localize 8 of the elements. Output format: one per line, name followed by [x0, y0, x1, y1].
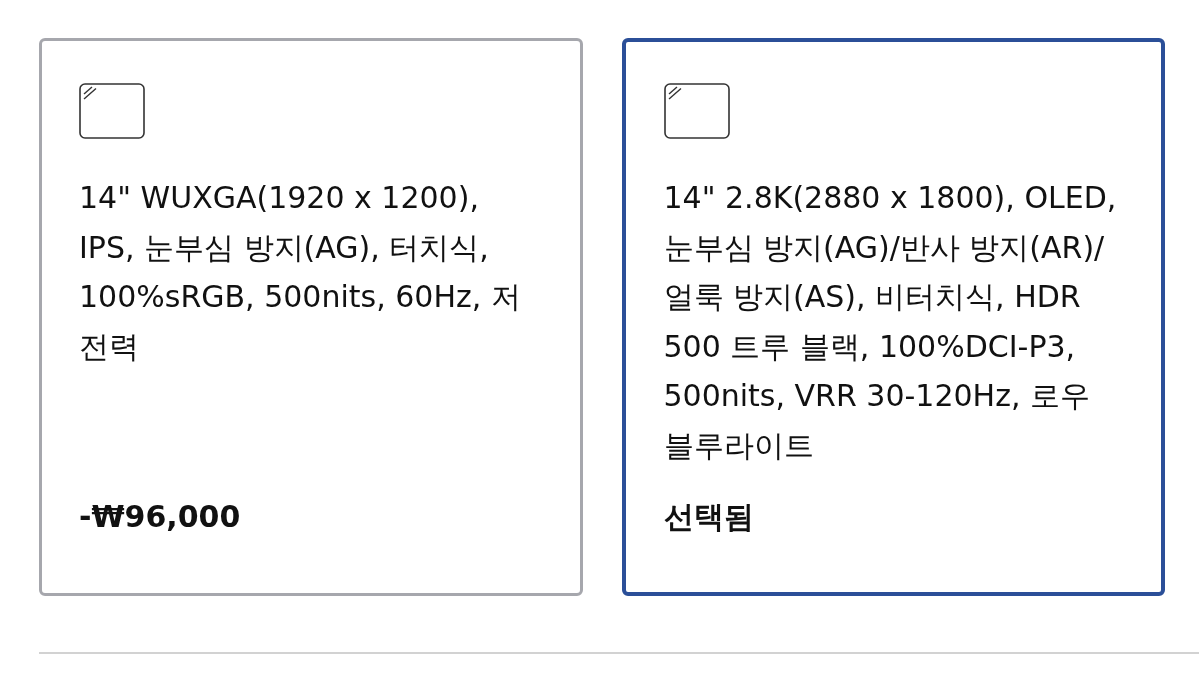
option-card[interactable]: 14" 2.8K(2880 x 1800), OLED, 눈부심 방지(AG)/반사 방지(AR)/얼룩 방지(AS), 비터치식, HDR 500 트루 블랙, 100%DCI-P3, 500nits, VRR 30-120Hz, 로우 블루라이트 선택됨 [621, 38, 1165, 596]
screen-icon [663, 83, 730, 139]
screen-icon [79, 83, 145, 139]
price-text: -₩96,000 [79, 498, 242, 536]
option-card[interactable]: 14" WUXGA(1920 x 1200), IPS, 눈부심 방지(AG), 터치식, 100%sRGB, 500nits, 60Hz, 저전력 -₩96,000 [39, 38, 583, 596]
selected-label: 선택됨 [663, 498, 755, 536]
display-spec-text: 14" WUXGA(1920 x 1200), IPS, 눈부심 방지(AG), 터치식, 100%sRGB, 500nits, 60Hz, 저전력 [79, 179, 522, 366]
display-spec-text: 14" 2.8K(2880 x 1800), OLED, 눈부심 방지(AG)/반사 방지(AR)/얼룩 방지(AS), 비터치식, HDR 500 트루 블랙, 100%DCI-P3, 500nits, VRR 30-120Hz, 로우 블루라이트 [663, 179, 1118, 465]
